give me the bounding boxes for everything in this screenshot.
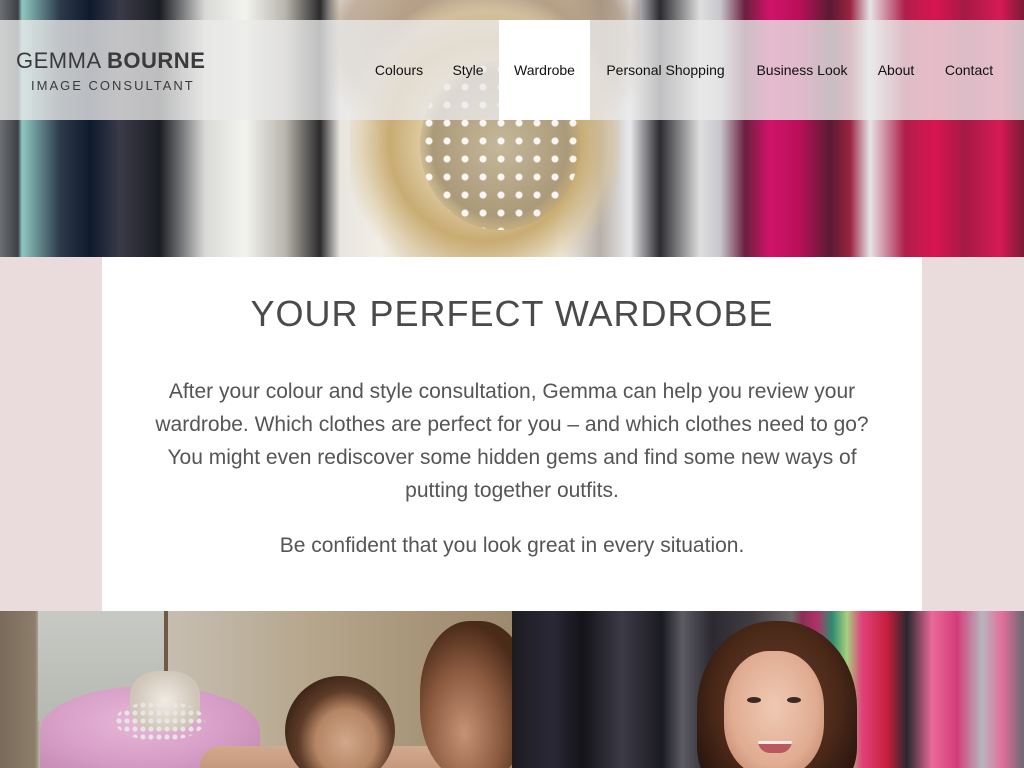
photo-consultation [0,611,512,768]
portrait-eye-right [787,697,801,703]
site-header: GEMMA BOURNE IMAGE CONSULTANT Colours St… [0,20,1024,120]
tagline-paragraph: Be confident that you look great in ever… [279,534,745,557]
portrait-eye-left [747,697,761,703]
logo-name: GEMMA BOURNE [16,48,216,74]
intro-paragraph: After your colour and style consultation… [155,380,869,502]
photo-consultant [420,621,512,768]
nav-item-about[interactable]: About [868,20,924,120]
photo-pearls [115,701,205,741]
nav-item-style[interactable]: Style [444,20,492,120]
logo-name-last: BOURNE [107,48,206,73]
site-logo[interactable]: GEMMA BOURNE IMAGE CONSULTANT [16,48,216,93]
nav-item-business-look[interactable]: Business Look [743,20,861,120]
nav-item-colours[interactable]: Colours [362,20,436,120]
photo-portrait [512,611,1024,768]
nav-item-personal-shopping[interactable]: Personal Shopping [596,20,735,120]
photo-client [285,676,395,768]
nav-item-wardrobe[interactable]: Wardrobe [499,20,590,120]
nav-item-contact[interactable]: Contact [932,20,1006,120]
logo-tagline: IMAGE CONSULTANT [31,78,195,93]
logo-name-first: GEMMA [16,48,101,73]
page-title: YOUR PERFECT WARDROBE [250,293,774,334]
main-content: YOUR PERFECT WARDROBE After your colour … [102,257,922,611]
